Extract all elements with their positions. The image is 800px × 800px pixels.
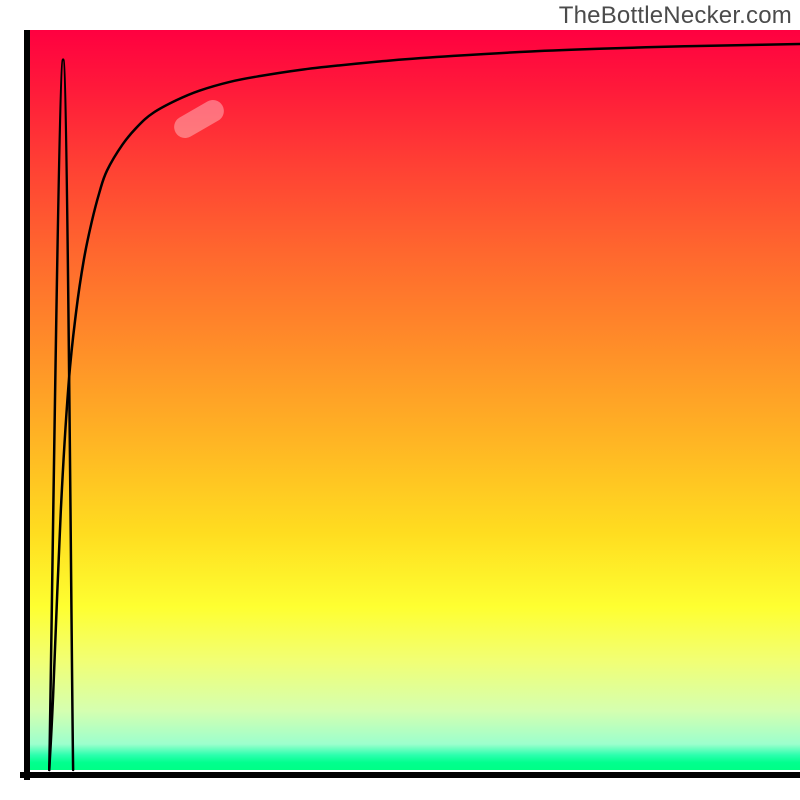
attribution-label: TheBottleNecker.com (559, 2, 792, 30)
plot-gradient-background (30, 30, 800, 770)
chart-stage: TheBottleNecker.com (0, 0, 800, 800)
x-axis (20, 772, 800, 778)
